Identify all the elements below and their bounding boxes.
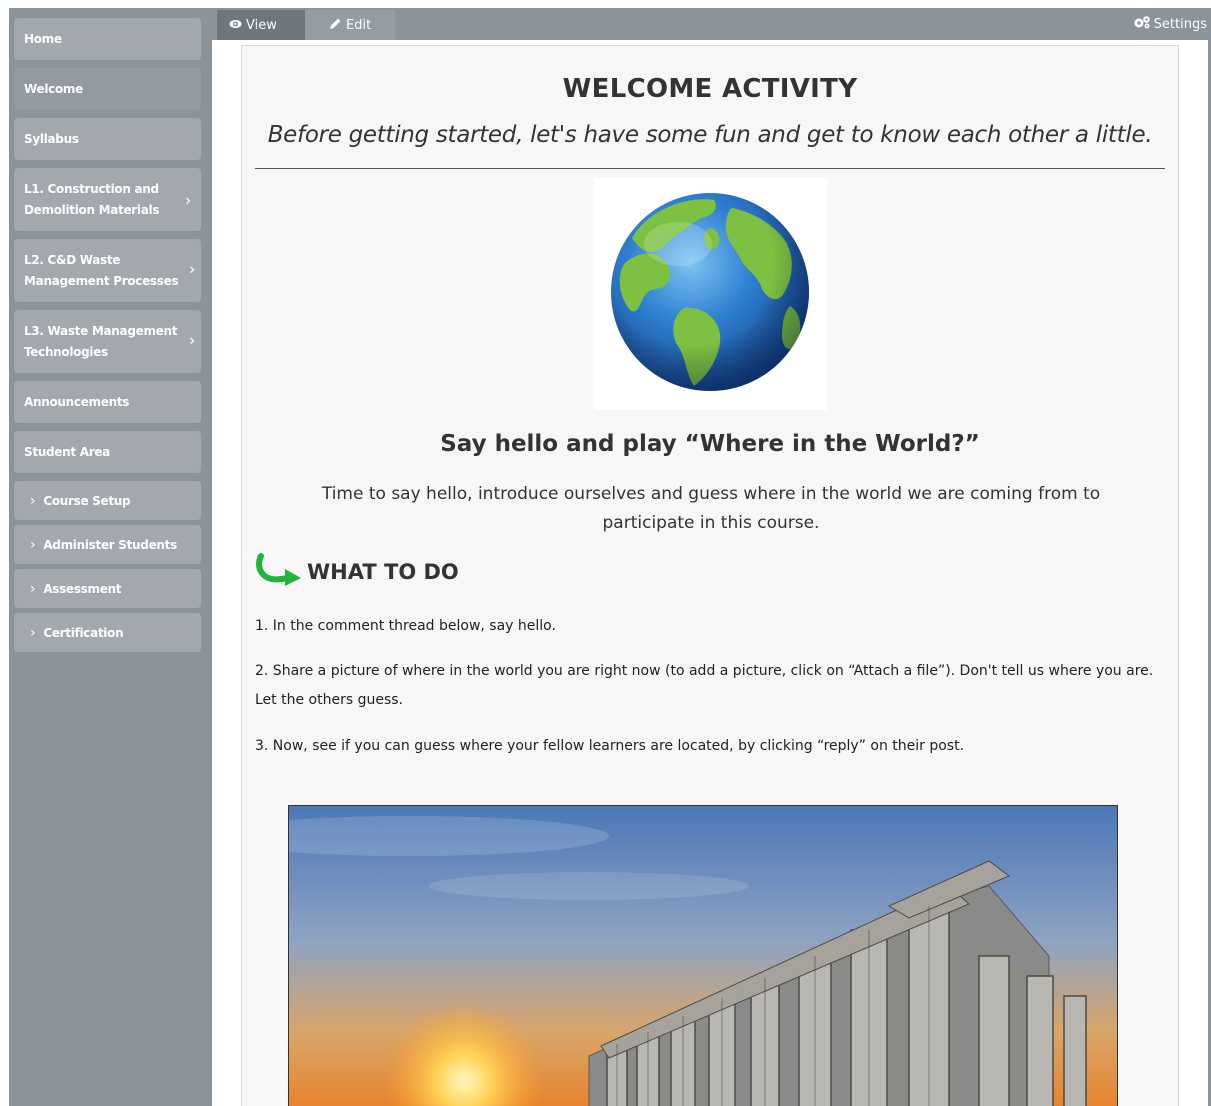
sidebar-item-label: L2. C&D Waste Management Processes [24, 252, 179, 288]
sidebar-item-student-area[interactable]: Student Area [14, 431, 201, 473]
sidebar-item-label: Course Setup [43, 493, 131, 508]
sidebar-item-label: Welcome [24, 82, 83, 96]
sidebar-subitem-course-setup[interactable]: › Course Setup [14, 481, 201, 520]
what-to-do-label: WHAT TO DO [307, 560, 459, 584]
sidebar-item-label: Administer Students [43, 537, 177, 552]
chevron-right-icon: › [188, 330, 195, 350]
temple-sunset-photo [288, 805, 1118, 1106]
sidebar-item-label: Home [24, 32, 62, 46]
sidebar: Home Welcome Syllabus L1. Construction a… [9, 8, 212, 1106]
instruction-step-3: 3. Now, see if you can guess where your … [255, 738, 965, 754]
sidebar-item-l3[interactable]: L3. Waste Management Technologies › [14, 310, 201, 373]
earth-globe-icon [611, 193, 809, 391]
page-subtitle: Before getting started, let's have some … [267, 122, 1153, 148]
sidebar-item-label: L1. Construction and Demolition Material… [24, 181, 160, 217]
gears-icon [1133, 15, 1151, 33]
main-content: WELCOME ACTIVITY Before getting started,… [212, 40, 1208, 1106]
section-heading: Say hello and play “Where in the World?” [440, 431, 980, 457]
sidebar-subitem-certification[interactable]: › Certification [14, 613, 201, 652]
sidebar-item-home[interactable]: Home [14, 18, 201, 60]
tab-edit-label: Edit [346, 17, 372, 33]
chevron-right-icon: › [30, 492, 36, 509]
toolbar: View Edit Settings [215, 9, 1211, 40]
chevron-right-icon: › [30, 536, 36, 553]
intro-text: Time to say hello, introduce ourselves a… [321, 484, 1101, 533]
sidebar-item-syllabus[interactable]: Syllabus [14, 118, 201, 160]
sidebar-subitem-assessment[interactable]: › Assessment [14, 569, 201, 608]
chevron-right-icon: › [184, 190, 191, 209]
chevron-right-icon: › [188, 259, 195, 279]
sidebar-item-welcome[interactable]: Welcome [14, 68, 201, 110]
sidebar-item-announcements[interactable]: Announcements [14, 381, 201, 423]
chevron-right-icon: › [30, 580, 36, 597]
sidebar-item-label: Syllabus [24, 132, 79, 146]
settings-button[interactable]: Settings [1133, 15, 1207, 33]
divider [255, 168, 1165, 169]
sidebar-subitem-administer-students[interactable]: › Administer Students [14, 525, 201, 564]
tab-view[interactable]: View [217, 10, 305, 40]
instruction-step-1: 1. In the comment thread below, say hell… [255, 618, 556, 634]
sidebar-item-l1[interactable]: L1. Construction and Demolition Material… [14, 168, 201, 231]
eye-icon [229, 18, 242, 32]
chevron-right-icon: › [30, 624, 36, 641]
sidebar-item-l2[interactable]: L2. C&D Waste Management Processes › [14, 239, 201, 302]
page-title: WELCOME ACTIVITY [562, 74, 858, 104]
tab-view-label: View [246, 17, 277, 33]
sidebar-item-label: Assessment [43, 581, 122, 596]
sidebar-item-label: Certification [43, 625, 124, 640]
tab-edit[interactable]: Edit [305, 10, 395, 40]
sidebar-item-label: Announcements [24, 395, 130, 409]
instruction-step-2: 2. Share a picture of where in the world… [255, 663, 1154, 708]
pencil-icon [329, 17, 342, 33]
globe-image [594, 178, 827, 410]
settings-label: Settings [1153, 16, 1207, 32]
app-frame: Home Welcome Syllabus L1. Construction a… [9, 8, 1211, 1106]
what-to-do-header: WHAT TO DO [255, 552, 459, 592]
sidebar-item-label: Student Area [24, 445, 110, 459]
sidebar-item-label: L3. Waste Management Technologies [24, 323, 178, 359]
page-body: WELCOME ACTIVITY Before getting started,… [241, 45, 1179, 1106]
green-curved-arrow-icon [255, 552, 303, 592]
